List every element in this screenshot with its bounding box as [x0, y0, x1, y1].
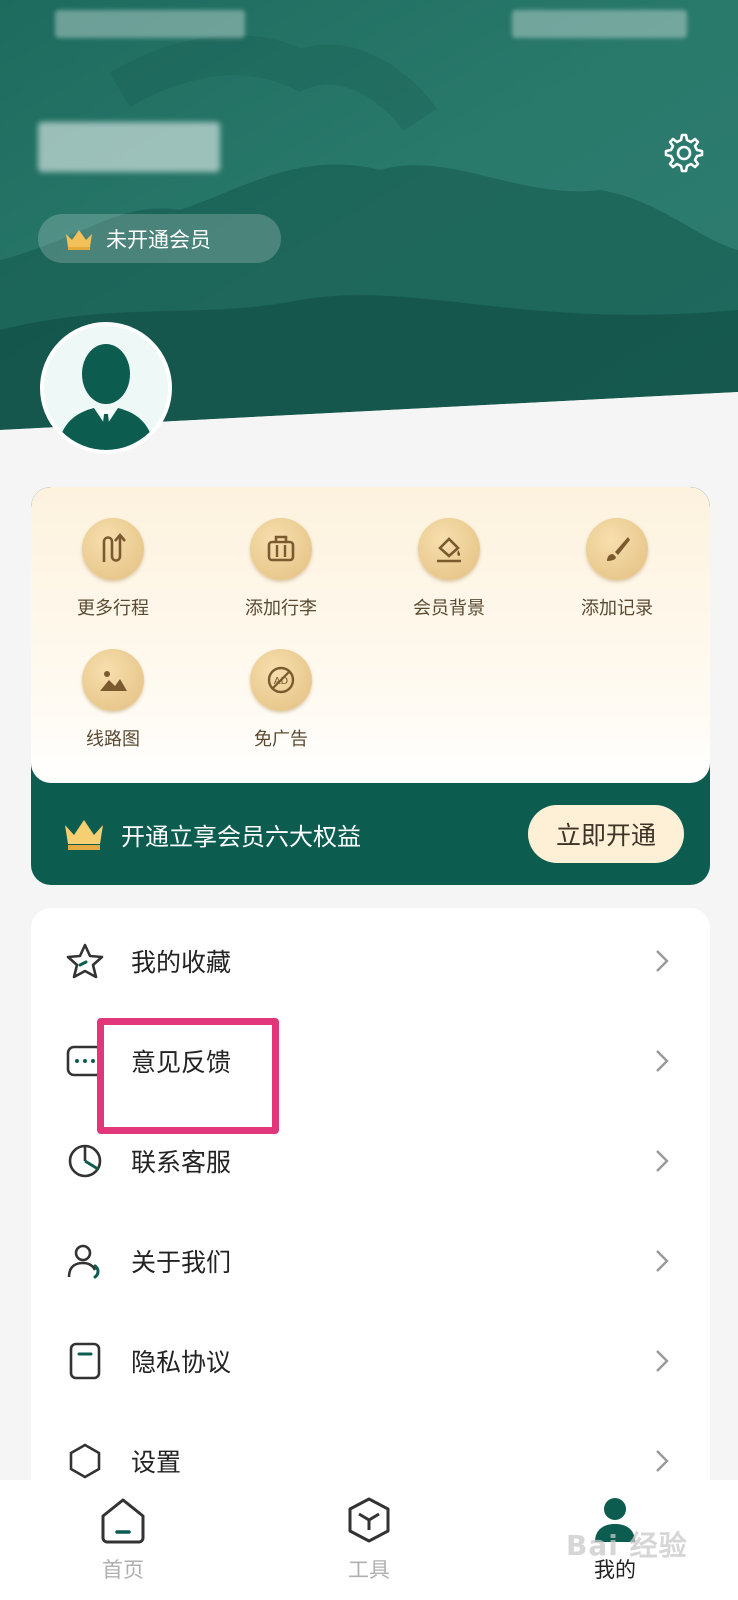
member-promo-bar: 开通立享会员六大权益 立即开通 — [31, 783, 710, 885]
document-icon — [69, 1342, 101, 1380]
chevron-right-icon — [656, 950, 669, 972]
status-bar-left — [55, 10, 245, 38]
menu-item-feedback[interactable]: 意见反馈 — [31, 1011, 710, 1111]
menu-item-label: 关于我们 — [131, 1248, 232, 1277]
vip-status-pill[interactable]: 未开通会员 — [38, 214, 281, 263]
chevron-right-icon — [656, 1050, 669, 1072]
feature-add-luggage[interactable]: 添加行李 — [221, 518, 341, 620]
feature-route-map[interactable]: 线路图 — [53, 649, 173, 751]
chevron-right-icon — [656, 1350, 669, 1372]
star-icon — [66, 943, 104, 979]
feature-label: 添加行李 — [245, 598, 317, 619]
menu-list: 我的收藏 意见反馈 联系客服 关于我们 隐私协议 设置 — [31, 908, 710, 1508]
menu-item-label: 联系客服 — [131, 1148, 232, 1177]
menu-item-label: 设置 — [131, 1448, 182, 1477]
settings-button[interactable] — [662, 131, 706, 175]
chevron-right-icon — [656, 1250, 669, 1272]
home-icon — [101, 1498, 145, 1544]
menu-item-label: 我的收藏 — [131, 948, 232, 977]
promo-text: 开通立享会员六大权益 — [121, 822, 361, 851]
feature-more-trips[interactable]: 更多行程 — [53, 518, 173, 620]
gear-icon — [664, 133, 704, 173]
tab-tools[interactable]: 工具 — [289, 1480, 449, 1600]
vip-status-text: 未开通会员 — [106, 227, 211, 252]
settings-icon — [69, 1443, 101, 1479]
feature-add-record[interactable]: 添加记录 — [557, 518, 677, 620]
feature-label: 免广告 — [254, 729, 308, 750]
tab-label: 工具 — [348, 1558, 390, 1582]
watermark: Bai 经验 — [566, 1529, 688, 1562]
menu-item-label: 意见反馈 — [131, 1048, 232, 1077]
brush-icon — [607, 537, 630, 561]
menu-item-about-us[interactable]: 关于我们 — [31, 1211, 710, 1311]
feature-label: 会员背景 — [413, 598, 485, 619]
paint-bucket-icon — [437, 537, 461, 563]
status-bar-right — [512, 10, 687, 38]
avatar[interactable] — [40, 322, 172, 454]
member-features-panel: 更多行程 添加行李 会员背景 添加记录 线路图 免广告 — [31, 487, 710, 783]
menu-item-privacy[interactable]: 隐私协议 — [31, 1311, 710, 1411]
avatar-silhouette-icon — [58, 344, 154, 450]
username — [38, 122, 220, 172]
open-membership-button[interactable]: 立即开通 — [528, 805, 684, 863]
menu-item-favorites[interactable]: 我的收藏 — [31, 911, 710, 1011]
feature-label: 更多行程 — [77, 598, 149, 619]
route-icon — [102, 532, 126, 562]
chevron-right-icon — [656, 1450, 669, 1472]
no-ad-icon: AD — [267, 666, 295, 694]
cube-icon — [348, 1497, 390, 1543]
image-icon — [100, 671, 127, 691]
tab-home[interactable]: 首页 — [43, 1480, 203, 1600]
feature-member-background[interactable]: 会员背景 — [389, 518, 509, 620]
menu-item-label: 隐私协议 — [131, 1348, 232, 1377]
feature-label: 添加记录 — [581, 598, 653, 619]
chevron-right-icon — [656, 1150, 669, 1172]
pie-icon — [68, 1144, 102, 1178]
luggage-icon — [267, 535, 295, 562]
chat-icon — [66, 1045, 104, 1077]
crown-icon — [66, 229, 92, 250]
crown-icon — [65, 820, 103, 850]
user-icon — [67, 1244, 100, 1279]
member-benefits-card: 更多行程 添加行李 会员背景 添加记录 线路图 免广告 开通立享会员六大权益 立… — [31, 487, 710, 885]
feature-no-ads[interactable]: AD 免广告 — [221, 649, 341, 751]
menu-item-customer-service[interactable]: 联系客服 — [31, 1111, 710, 1211]
feature-label: 线路图 — [86, 729, 140, 750]
tab-label: 首页 — [102, 1558, 144, 1582]
